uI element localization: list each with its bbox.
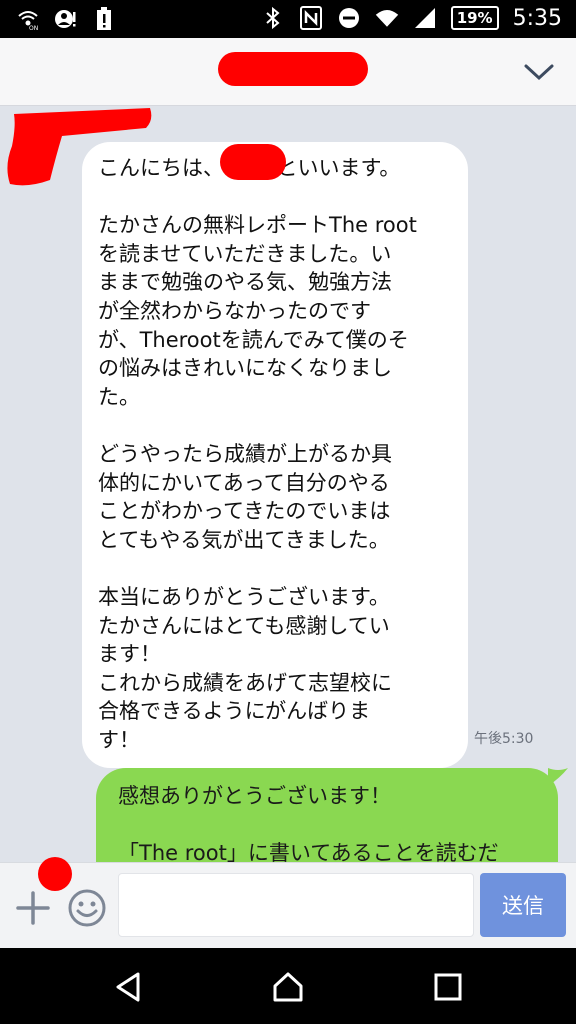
svg-text:ON: ON	[29, 25, 38, 31]
bluetooth-icon	[261, 5, 285, 31]
redacted-name	[220, 144, 286, 180]
incoming-message-bubble[interactable]: こんにちは、 といいます。 たかさんの無料レポートThe root を読ませてい…	[82, 142, 468, 769]
bubble-tail	[548, 768, 568, 786]
do-not-disturb-icon	[337, 5, 361, 31]
wifi-calling-icon: ON	[16, 6, 40, 32]
message-input[interactable]	[118, 873, 474, 937]
signal-icon	[413, 5, 437, 31]
redacted-chat-title	[218, 52, 368, 86]
chat-area[interactable]: こんにちは、 といいます。 たかさんの無料レポートThe root を読ませてい…	[0, 106, 576, 862]
emoji-icon[interactable]	[66, 887, 108, 929]
send-button[interactable]: 送信	[480, 873, 566, 937]
wifi-icon	[375, 5, 399, 31]
status-bar: ON 19% 5:35	[0, 0, 576, 38]
outgoing-message-bubble[interactable]: 感想ありがとうございます！ 「The root」に書いてあることを読むだ	[96, 768, 558, 862]
navigation-bar	[0, 948, 576, 1024]
account-alert-icon	[54, 6, 78, 32]
redaction-dot	[38, 857, 72, 891]
battery-alert-icon	[92, 6, 116, 32]
message-time: 午後5:30	[474, 731, 534, 747]
recent-apps-icon[interactable]	[431, 970, 465, 1004]
chat-header	[0, 38, 576, 106]
chevron-down-icon[interactable]	[522, 58, 556, 86]
clock: 5:35	[512, 5, 562, 31]
nfc-icon	[299, 5, 323, 31]
home-icon[interactable]	[271, 970, 305, 1004]
add-attachment-button[interactable]	[12, 887, 54, 929]
battery-indicator: 19%	[450, 6, 499, 30]
back-icon[interactable]	[112, 970, 146, 1004]
message-input-bar: 送信	[0, 857, 576, 948]
